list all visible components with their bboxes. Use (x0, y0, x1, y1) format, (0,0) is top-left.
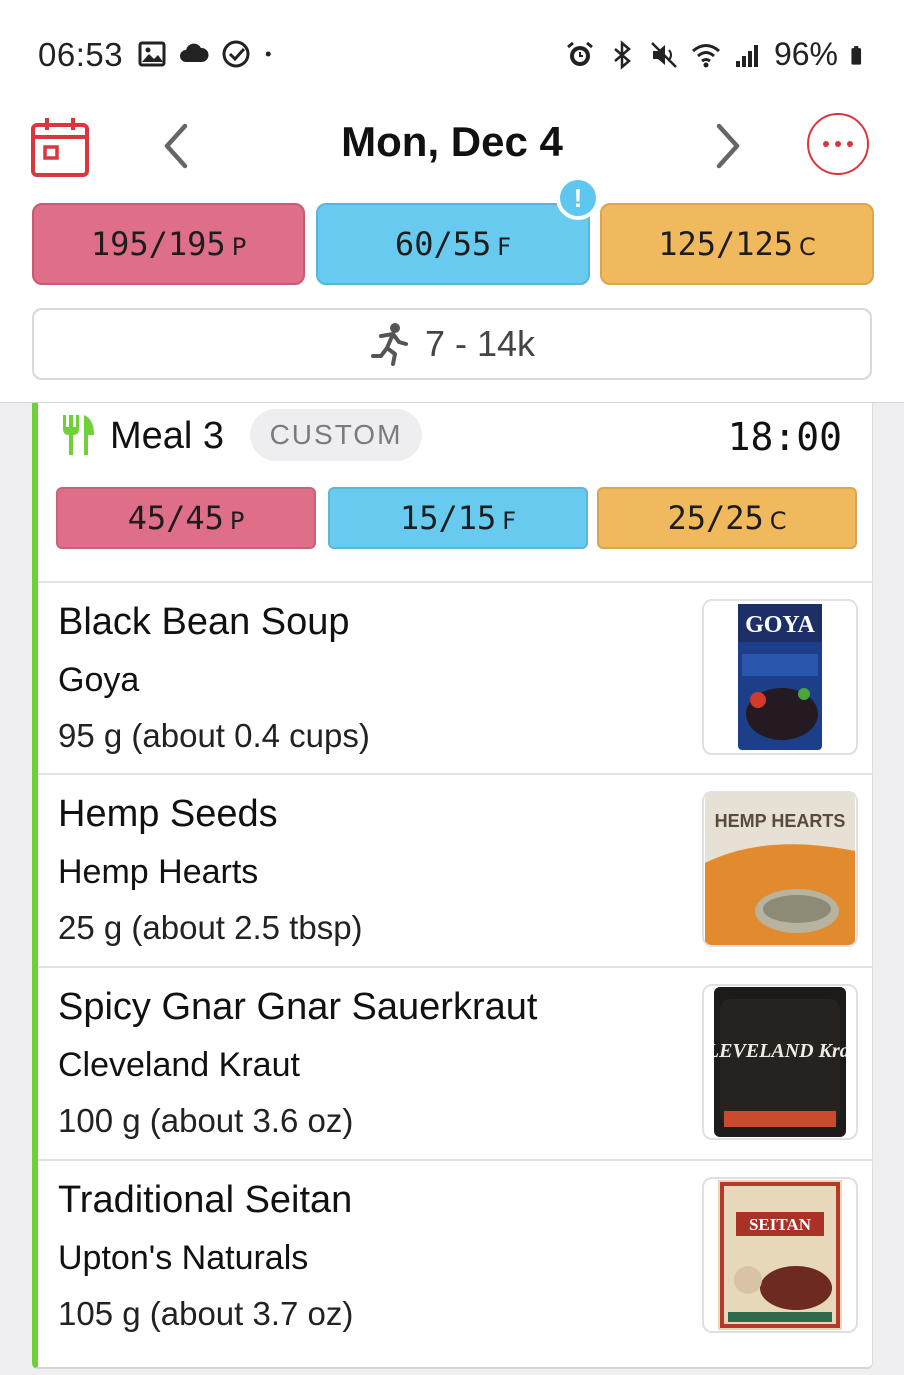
steps-goal[interactable]: 7 - 14k (32, 308, 872, 380)
meal-title: Meal 3 (110, 415, 225, 457)
food-thumbnail[interactable]: CLEVELAND Kraut (702, 984, 858, 1140)
status-time: 06:53 (38, 36, 124, 73)
daily-protein-unit: P (231, 233, 247, 261)
cleveland-kraut-jar-image: CLEVELAND Kraut (714, 987, 846, 1137)
food-item-seitan[interactable]: Traditional Seitan Upton's Naturals 105 … (38, 1159, 873, 1351)
food-amount: 25 g (about 2.5 tbsp) (58, 909, 363, 946)
food-brand: Hemp Hearts (58, 853, 259, 891)
daily-fat-unit: F (497, 233, 512, 261)
more-dot-icon (823, 141, 829, 147)
mute-icon (651, 41, 677, 68)
food-name: Black Bean Soup (58, 601, 350, 643)
more-dot-icon (847, 141, 853, 147)
wifi-icon (691, 43, 720, 67)
battery-level: 96% (773, 36, 838, 72)
daily-carbs-pill[interactable]: 125/125 C (600, 203, 874, 285)
meal-time[interactable]: 18:00 (728, 415, 842, 459)
meal-protein-value: 45/45 (127, 499, 224, 537)
battery-icon (851, 45, 862, 65)
food-amount: 100 g (about 3.6 oz) (58, 1102, 354, 1139)
meal-carbs-unit: C (769, 507, 787, 535)
food-item-sauerkraut[interactable]: Spicy Gnar Gnar Sauerkraut Cleveland Kra… (38, 966, 873, 1158)
meal-carbs-pill[interactable]: 25/25 C (597, 487, 857, 549)
fork-knife-icon (63, 415, 94, 455)
bluetooth-icon (614, 39, 631, 70)
status-icons-left (136, 38, 282, 70)
food-amount: 95 g (about 0.4 cups) (58, 717, 370, 754)
top-panel: 06:53 96% Mon, Dec 4 195/195 P 60/55 F 1… (0, 0, 904, 403)
meal-protein-unit: P (229, 507, 245, 535)
food-brand: Goya (58, 661, 140, 699)
status-bar: 06:53 96% (0, 0, 904, 110)
food-amount: 105 g (about 3.7 oz) (58, 1295, 354, 1332)
daily-fat-value: 60/55 (394, 225, 492, 263)
signal-icon (735, 44, 758, 67)
food-name: Hemp Seeds (58, 793, 278, 835)
thumb-label: CLEVELAND Kraut (714, 1040, 846, 1062)
daily-fat-pill[interactable]: 60/55 F (316, 203, 590, 285)
cloud-icon (180, 43, 209, 62)
food-brand: Cleveland Kraut (58, 1046, 300, 1084)
food-name: Spicy Gnar Gnar Sauerkraut (58, 986, 538, 1028)
seitan-package-image: SEITAN (718, 1180, 842, 1330)
thumb-label: HEMP HEARTS (715, 811, 846, 831)
meal-carbs-value: 25/25 (667, 499, 764, 537)
status-icons-right: 96% (564, 36, 870, 73)
alarm-icon (567, 41, 593, 66)
meal-fat-value: 15/15 (399, 499, 497, 537)
meal-protein-pill[interactable]: 45/45 P (56, 487, 316, 549)
check-circle-icon (222, 40, 250, 68)
chevron-right-icon[interactable] (705, 120, 749, 172)
date-title[interactable]: Mon, Dec 4 (250, 118, 654, 166)
fat-alert-icon[interactable]: ! (556, 176, 600, 220)
running-icon (370, 323, 408, 366)
daily-carbs-unit: C (799, 233, 816, 261)
food-thumbnail[interactable]: SEITAN (702, 1177, 858, 1333)
goya-can-image: GOYA (738, 604, 822, 750)
food-thumbnail[interactable]: HEMP HEARTS (702, 791, 858, 947)
gallery-icon (138, 41, 166, 67)
dot-icon (265, 51, 271, 57)
steps-label: 7 - 14k (424, 323, 536, 364)
meal-card[interactable]: Meal 3 CUSTOM 18:00 45/45 P 15/15 F 25/2… (32, 403, 873, 1369)
hemp-hearts-package-image: HEMP HEARTS (705, 793, 855, 945)
food-thumbnail[interactable]: GOYA (702, 599, 858, 755)
meal-fat-unit: F (502, 507, 517, 535)
more-options-button[interactable] (807, 113, 869, 175)
more-dot-icon (835, 141, 841, 147)
daily-protein-value: 195/195 (90, 225, 226, 263)
daily-carbs-value: 125/125 (658, 225, 794, 263)
food-item-hemp-seeds[interactable]: Hemp Seeds Hemp Hearts 25 g (about 2.5 t… (38, 773, 873, 965)
food-brand: Upton's Naturals (58, 1239, 309, 1277)
calendar-icon[interactable] (30, 115, 90, 179)
chevron-left-icon[interactable] (155, 120, 199, 172)
food-item-black-bean-soup[interactable]: Black Bean Soup Goya 95 g (about 0.4 cup… (38, 581, 873, 773)
food-name: Traditional Seitan (58, 1179, 353, 1221)
meal-tag-chip[interactable]: CUSTOM (250, 409, 422, 461)
daily-protein-pill[interactable]: 195/195 P (32, 203, 305, 285)
thumb-label: SEITAN (749, 1215, 812, 1234)
thumb-label: GOYA (745, 612, 815, 638)
meal-fat-pill[interactable]: 15/15 F (328, 487, 588, 549)
